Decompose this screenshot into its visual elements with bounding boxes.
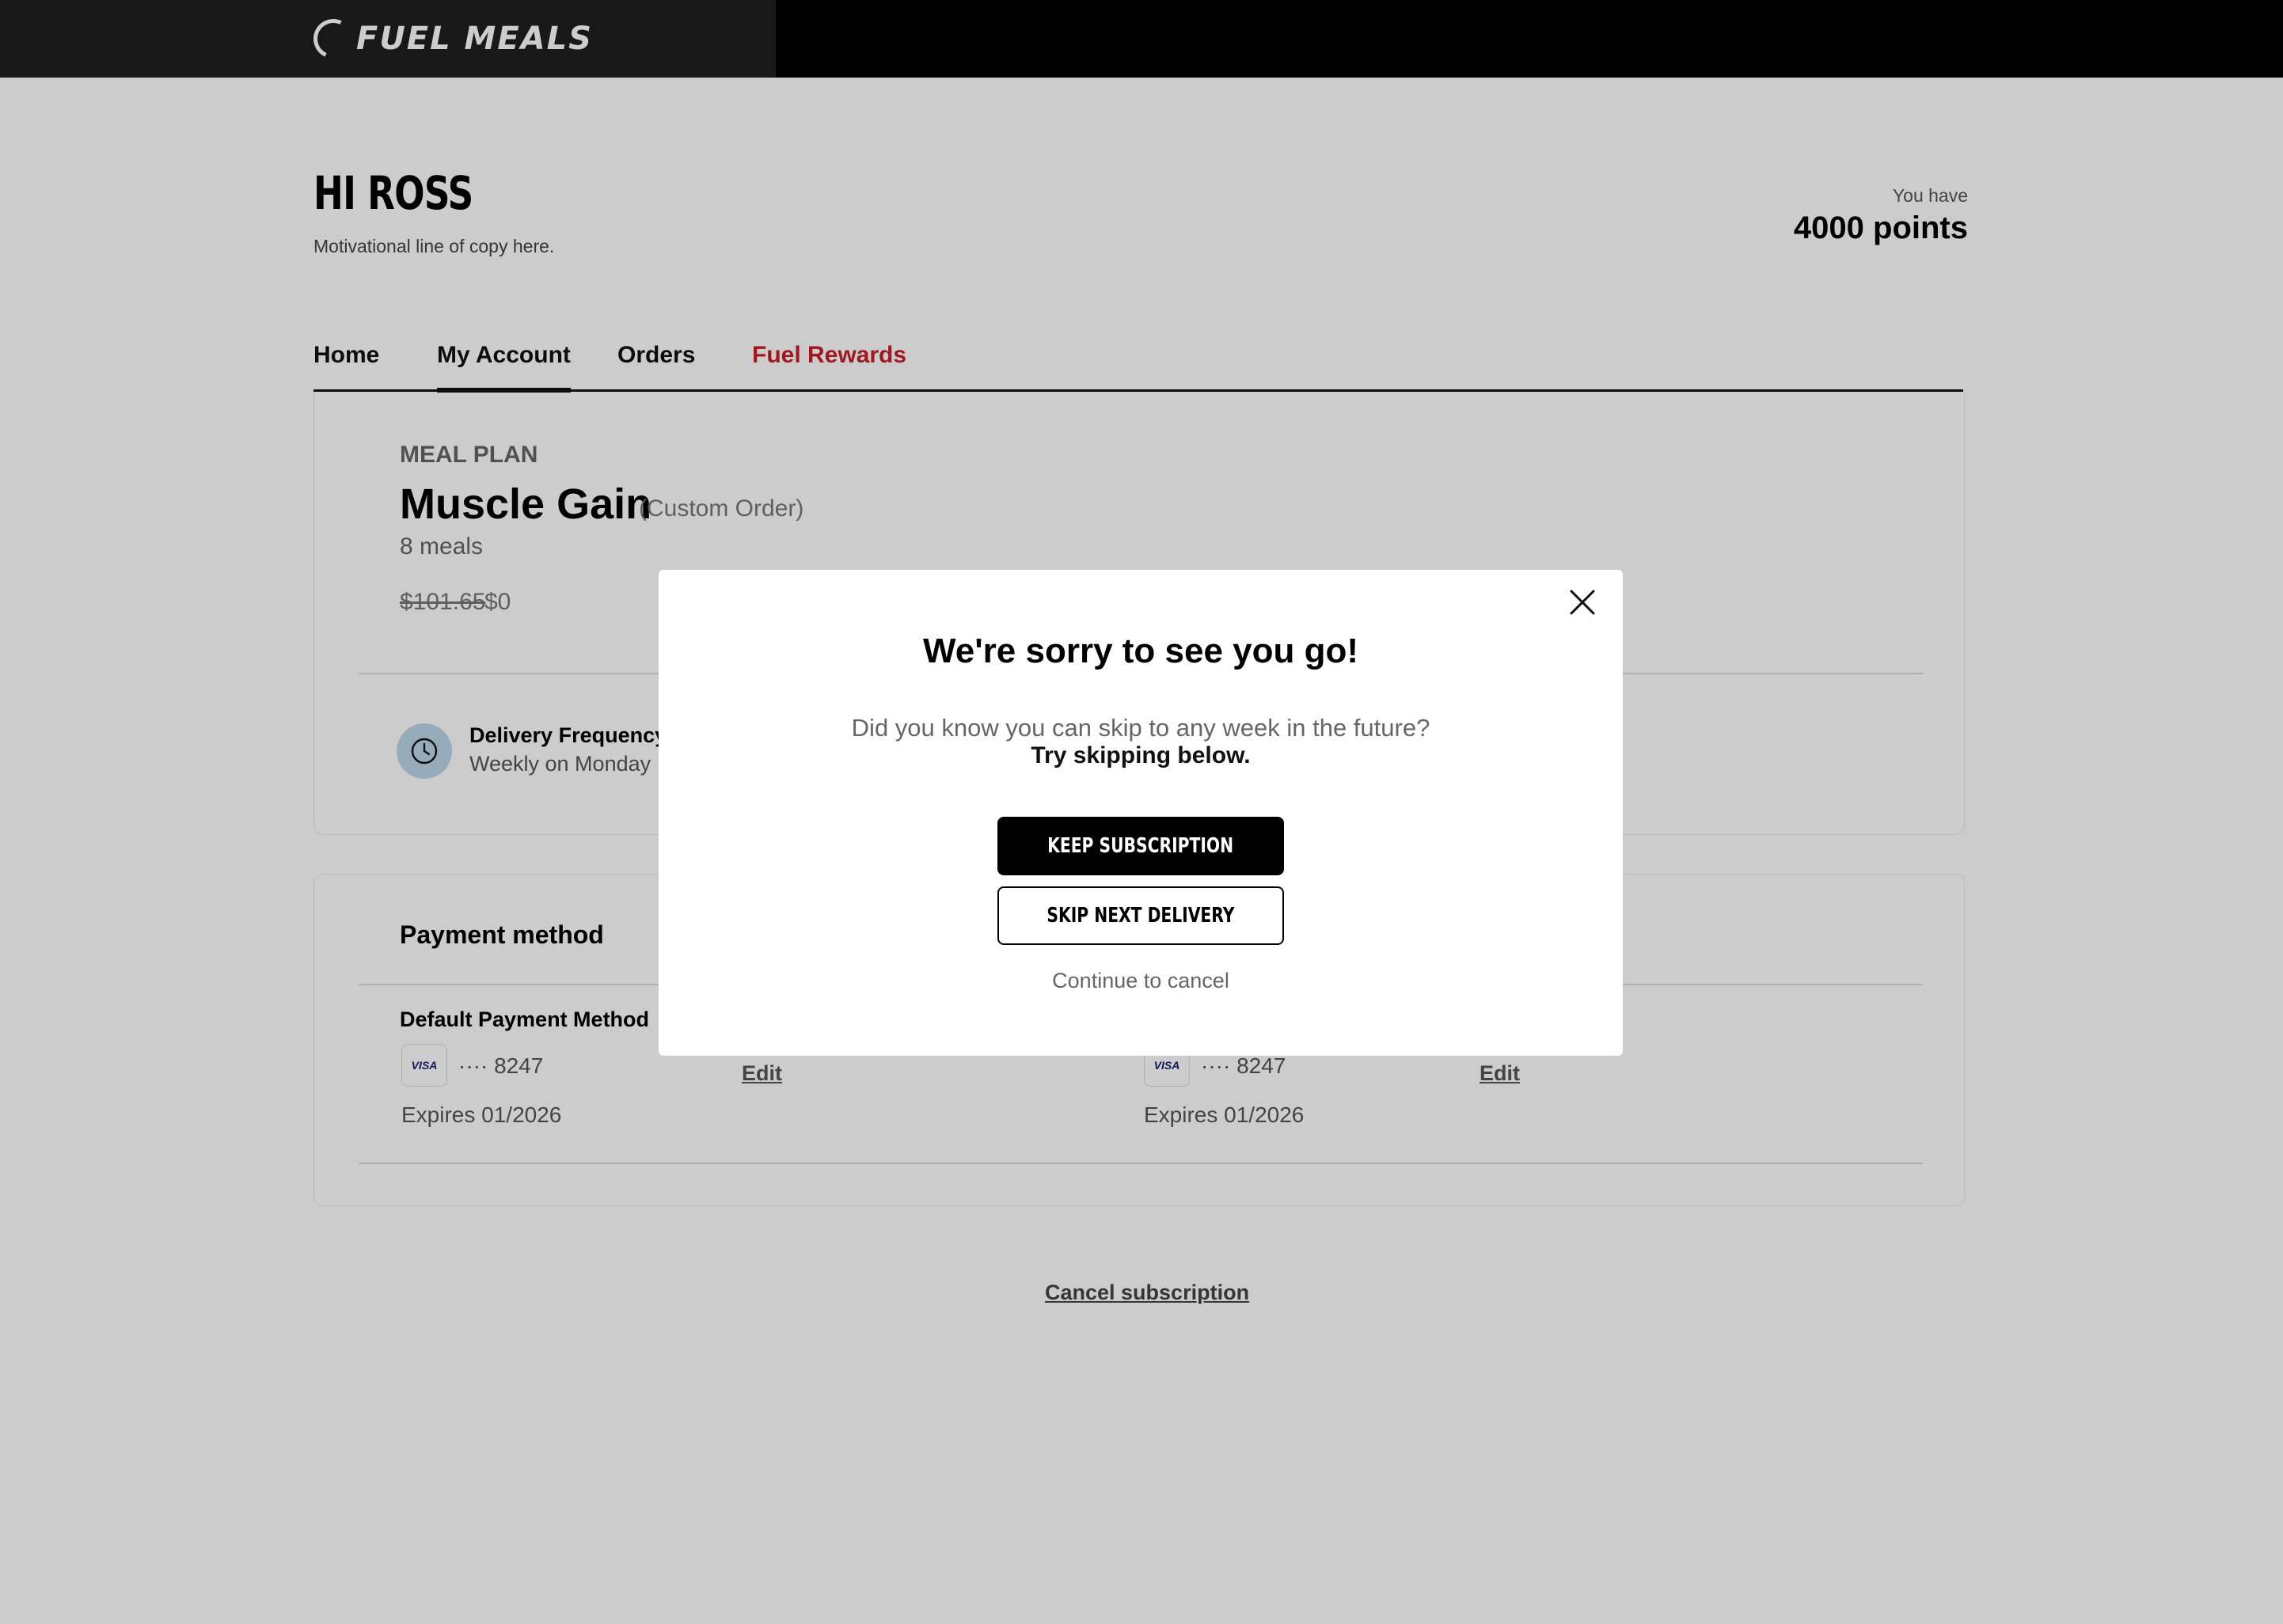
modal-title: We're sorry to see you go! bbox=[922, 632, 1359, 670]
skip-next-delivery-button[interactable]: SKIP NEXT DELIVERY bbox=[997, 886, 1284, 945]
cancel-modal: We're sorry to see you go! Did you know … bbox=[659, 570, 1623, 1056]
modal-message: Did you know you can skip to any week in… bbox=[851, 714, 1430, 742]
keep-subscription-button[interactable]: KEEP SUBSCRIPTION bbox=[997, 817, 1284, 875]
modal-emphasis: Try skipping below. bbox=[1031, 742, 1251, 768]
close-icon[interactable] bbox=[1564, 584, 1601, 620]
continue-to-cancel-link[interactable]: Continue to cancel bbox=[659, 969, 1623, 993]
